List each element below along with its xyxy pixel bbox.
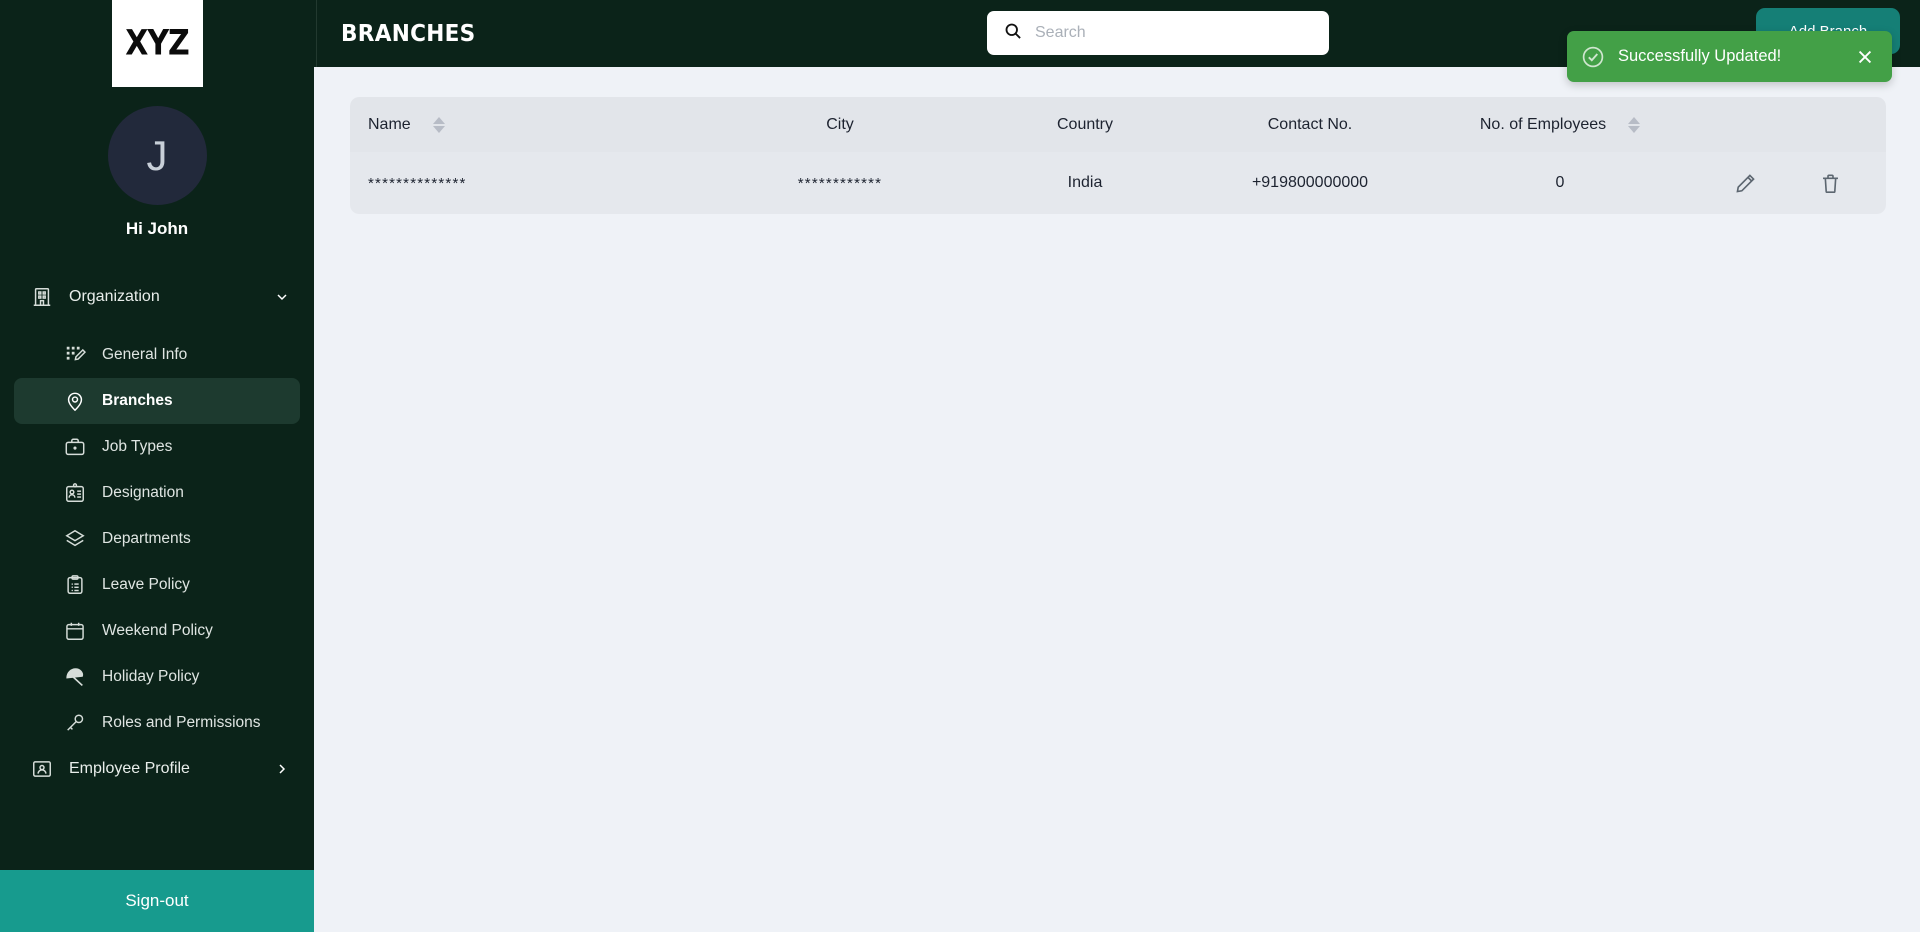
- id-badge-icon: [62, 480, 88, 506]
- cell-city: ************: [700, 175, 980, 192]
- sidebar-item-label: Holiday Policy: [102, 668, 200, 685]
- user-greeting: Hi John: [125, 219, 189, 238]
- search-input[interactable]: [1035, 24, 1295, 42]
- main-area: BRANCHES Add Branch Successfully Updated…: [270, 0, 1920, 932]
- avatar[interactable]: J: [107, 106, 207, 205]
- topbar-divider: [316, 0, 317, 67]
- sidebar-item-general-info[interactable]: General Info: [14, 332, 300, 378]
- logo-container: XYZ: [0, 0, 314, 87]
- sidebar: XYZ J Hi John Organization General Info …: [0, 0, 314, 932]
- clipboard-icon: [62, 572, 88, 598]
- signout-label: Sign-out: [125, 891, 189, 910]
- column-label: Contact No.: [1267, 115, 1353, 133]
- sidebar-item-label: Roles and Permissions: [102, 714, 261, 731]
- signout-button[interactable]: Sign-out: [0, 870, 314, 932]
- layers-icon: [62, 526, 88, 552]
- sidebar-item-label: Weekend Policy: [102, 622, 213, 639]
- table-header-row: Name City Country Contact No. No. of Emp…: [350, 97, 1886, 152]
- sidebar-item-employee-profile[interactable]: Employee Profile: [14, 746, 300, 792]
- sidebar-item-label: Leave Policy: [102, 576, 190, 593]
- sidebar-item-departments[interactable]: Departments: [14, 516, 300, 562]
- trash-icon[interactable]: [1819, 172, 1842, 195]
- search-icon: [1003, 21, 1023, 46]
- sidebar-item-organization[interactable]: Organization: [14, 274, 300, 320]
- sidebar-item-label: Branches: [102, 392, 173, 409]
- column-label: Country: [1056, 115, 1114, 133]
- sidebar-item-label: Designation: [102, 484, 184, 501]
- building-icon: [29, 284, 55, 310]
- sidebar-item-leave-policy[interactable]: Leave Policy: [14, 562, 300, 608]
- user-card-icon: [29, 756, 55, 782]
- brand-logo[interactable]: XYZ: [111, 0, 203, 87]
- sidebar-menu: Organization General Info Branches Job T…: [0, 274, 314, 870]
- grid-edit-icon: [62, 342, 88, 368]
- column-header-name[interactable]: Name: [350, 116, 700, 134]
- sidebar-item-branches[interactable]: Branches: [14, 378, 300, 424]
- pencil-icon[interactable]: [1734, 172, 1757, 195]
- column-header-country: Country: [980, 116, 1190, 134]
- sidebar-item-label: Departments: [102, 530, 191, 547]
- column-label: City: [826, 115, 854, 133]
- sidebar-item-label: General Info: [102, 346, 188, 363]
- map-pin-icon: [62, 388, 88, 414]
- cell-name: **************: [350, 175, 700, 192]
- search-container[interactable]: [987, 11, 1329, 55]
- masked-city-value: ************: [797, 174, 883, 192]
- content-area: Name City Country Contact No. No. of Emp…: [314, 67, 1920, 214]
- app-root: XYZ J Hi John Organization General Info …: [0, 0, 1920, 932]
- toast-message: Successfully Updated!: [1618, 47, 1782, 65]
- column-header-city: City: [700, 116, 980, 134]
- sidebar-item-holiday-policy[interactable]: Holiday Policy: [14, 654, 300, 700]
- sidebar-item-weekend-policy[interactable]: Weekend Policy: [14, 608, 300, 654]
- sidebar-item-designation[interactable]: Designation: [14, 470, 300, 516]
- chevron-right-icon[interactable]: [274, 761, 290, 777]
- page-title: BRANCHES: [341, 20, 476, 47]
- sort-toggle-name[interactable]: [432, 116, 445, 133]
- sort-toggle-employees[interactable]: [1628, 116, 1641, 133]
- umbrella-icon: [62, 664, 88, 690]
- masked-name-value: **************: [368, 174, 467, 192]
- sidebar-item-label: Employee Profile: [69, 760, 190, 777]
- briefcase-icon: [62, 434, 88, 460]
- key-icon: [62, 710, 88, 736]
- close-icon[interactable]: [1852, 44, 1878, 70]
- cell-contact: +919800000000: [1251, 174, 1369, 191]
- user-panel: J Hi John: [0, 106, 314, 239]
- column-label: Name: [368, 115, 411, 133]
- cell-actions: [1690, 172, 1886, 195]
- check-circle-icon: [1581, 45, 1605, 69]
- branches-table: Name City Country Contact No. No. of Emp…: [350, 97, 1886, 214]
- table-row[interactable]: ************** ************ India +91980…: [350, 152, 1886, 214]
- chevron-down-icon[interactable]: [274, 289, 290, 305]
- sidebar-item-job-types[interactable]: Job Types: [14, 424, 300, 470]
- sidebar-item-label: Job Types: [102, 438, 173, 455]
- avatar-initial: J: [146, 131, 168, 179]
- logo-text: XYZ: [125, 23, 190, 64]
- sidebar-item-roles-and-permissions[interactable]: Roles and Permissions: [14, 700, 300, 746]
- cell-country: India: [1067, 174, 1103, 191]
- column-header-employees[interactable]: No. of Employees: [1430, 116, 1690, 134]
- calendar-icon: [62, 618, 88, 644]
- sidebar-item-label: Organization: [69, 288, 160, 305]
- cell-employees: 0: [1555, 174, 1565, 191]
- column-header-contact: Contact No.: [1190, 116, 1430, 134]
- column-label: No. of Employees: [1479, 115, 1607, 133]
- toast-notification: Successfully Updated!: [1567, 31, 1892, 82]
